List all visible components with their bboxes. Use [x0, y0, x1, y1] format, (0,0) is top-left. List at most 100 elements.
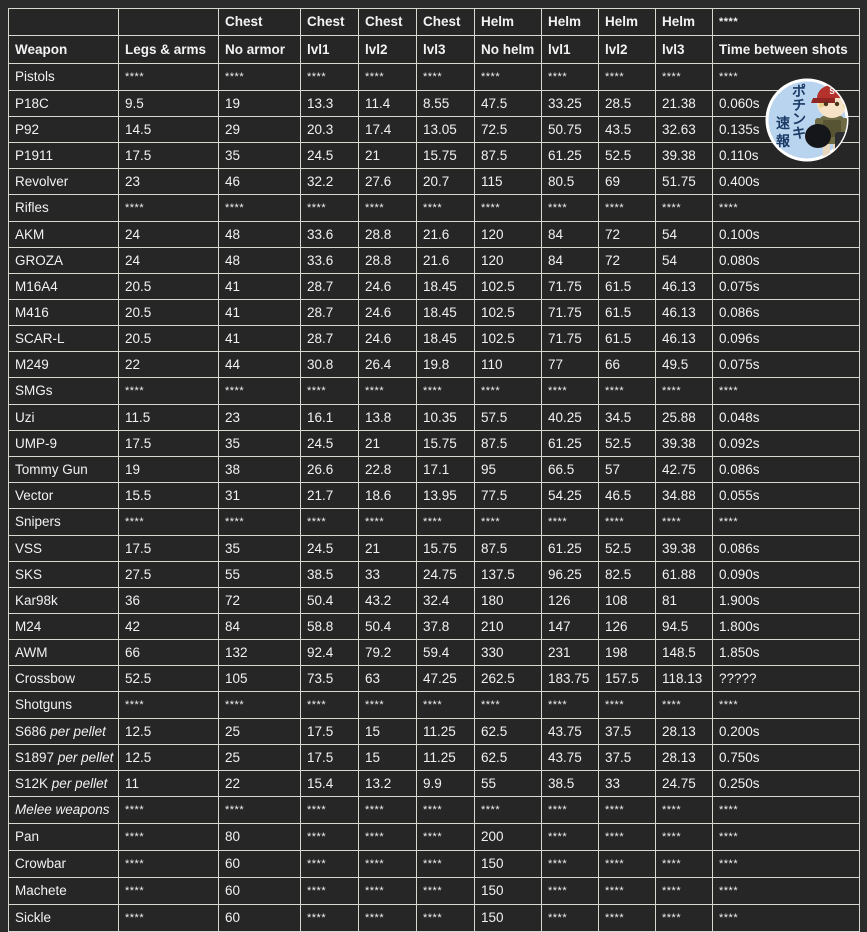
- value-cell: ****: [712, 377, 860, 405]
- value-cell: 28.8: [358, 221, 417, 248]
- cell-value: GROZA: [15, 252, 64, 268]
- row-label-cell: S686 per pellet: [8, 718, 119, 745]
- cell-value: 84: [548, 226, 564, 242]
- placeholder-stars: ****: [548, 516, 568, 528]
- value-cell: 11.4: [358, 90, 417, 117]
- cell-value: 120: [481, 226, 504, 242]
- cell-value: 30.8: [307, 356, 334, 372]
- placeholder-stars: ****: [225, 202, 245, 214]
- cell-value: 71.75: [548, 278, 582, 294]
- header-top-cell: Chest: [358, 8, 417, 36]
- cell-value: 17.1: [423, 461, 450, 477]
- row-label-cell: Shotguns: [8, 691, 119, 719]
- table-row: UMP-9 17.5 35 24.5 21 15.75 87.5 61.25 52.5 39.38…: [8, 430, 860, 457]
- value-cell: 30.8: [300, 351, 359, 378]
- cell-value: 17.5: [307, 749, 334, 765]
- placeholder-stars: ****: [125, 699, 145, 711]
- value-cell: 0.110s: [712, 142, 860, 169]
- cell-value: 28.7: [307, 330, 334, 346]
- header-top-label: Helm: [548, 14, 582, 29]
- placeholder-stars: ****: [481, 804, 501, 816]
- value-cell: 24.75: [416, 561, 475, 588]
- group-label: Pistols: [15, 69, 55, 84]
- value-cell: 84: [218, 613, 301, 640]
- cell-value: 54.25: [548, 487, 582, 503]
- value-cell: ****: [300, 796, 359, 824]
- header-top-label: Helm: [662, 14, 696, 29]
- cell-value: 84: [225, 618, 241, 634]
- table-page: Chest Chest Chest Chest Helm Helm Helm Helm ****…: [0, 0, 867, 932]
- cell-value: 54: [662, 252, 678, 268]
- cell-value: SKS: [15, 566, 43, 582]
- cell-value: 150: [481, 910, 504, 925]
- cell-value: 13.8: [365, 409, 392, 425]
- cell-value: 72.5: [481, 121, 508, 137]
- value-cell: 61.5: [598, 299, 656, 326]
- cell-value: 0.135s: [719, 121, 760, 137]
- header-main-cell: Time between shots: [712, 35, 860, 64]
- cell-value: 25: [225, 723, 241, 739]
- cell-value: Uzi: [15, 409, 35, 425]
- value-cell: 39.38: [655, 535, 713, 562]
- cell-value: 71.75: [548, 304, 582, 320]
- header-top-label: Chest: [307, 14, 345, 29]
- value-cell: ****: [541, 904, 599, 932]
- value-cell: 17.5: [300, 718, 359, 745]
- cell-value: 28.7: [307, 278, 334, 294]
- value-cell: 47.5: [474, 90, 542, 117]
- value-cell: ****: [541, 850, 599, 878]
- cell-value: 24.5: [307, 147, 334, 163]
- cell-value: Pan: [15, 829, 40, 844]
- group-label: Melee weapons: [15, 802, 110, 817]
- value-cell: 51.75: [655, 168, 713, 195]
- group-row: Snipers **** **** **** **** **** **** **** **** *…: [8, 508, 860, 536]
- value-cell: 87.5: [474, 142, 542, 169]
- placeholder-stars: ****: [307, 804, 327, 816]
- cell-value: 77.5: [481, 487, 508, 503]
- row-label-cell: UMP-9: [8, 430, 119, 457]
- cell-value: 24.75: [423, 566, 457, 582]
- value-cell: 44: [218, 351, 301, 378]
- cell-value: 27.6: [365, 173, 392, 189]
- value-cell: 126: [598, 613, 656, 640]
- cell-value: Tommy Gun: [15, 461, 88, 477]
- cell-value: 15: [365, 749, 381, 765]
- row-label-cell: M416: [8, 299, 119, 326]
- value-cell: 11.25: [416, 744, 475, 771]
- table-row: Crowbar **** 60 **** **** **** 150 **** **** ****…: [8, 850, 860, 878]
- value-cell: ****: [598, 850, 656, 878]
- value-cell: 72: [598, 221, 656, 248]
- cell-value: 15.75: [423, 540, 457, 556]
- cell-value: 24.75: [662, 775, 696, 791]
- header-main-cell: Legs & arms: [118, 35, 219, 64]
- weapon-name-qualifier: per pellet: [57, 749, 114, 765]
- cell-value: 198: [605, 644, 628, 660]
- cell-value: 0.080s: [719, 252, 760, 268]
- cell-value: 10.35: [423, 409, 457, 425]
- value-cell: 80.5: [541, 168, 599, 195]
- table-row: M16A4 20.5 41 28.7 24.6 18.45 102.5 71.75 61.5 46…: [8, 273, 860, 300]
- weapon-name-qualifier: per pellet: [51, 775, 108, 791]
- placeholder-stars: ****: [307, 385, 327, 397]
- value-cell: 1.850s: [712, 639, 860, 666]
- value-cell: 21.6: [416, 221, 475, 248]
- value-cell: ****: [712, 877, 860, 905]
- value-cell: 231: [541, 639, 599, 666]
- cell-value: 21.6: [423, 226, 450, 242]
- value-cell: 48: [218, 221, 301, 248]
- value-cell: 43.75: [541, 744, 599, 771]
- value-cell: 50.4: [358, 613, 417, 640]
- cell-value: 39.38: [662, 147, 696, 163]
- placeholder-stars: ****: [605, 885, 625, 897]
- value-cell: ****: [598, 63, 656, 91]
- cell-value: 12.5: [125, 723, 152, 739]
- value-cell: 47.25: [416, 665, 475, 692]
- cell-value: 84: [548, 252, 564, 268]
- value-cell: 24.5: [300, 535, 359, 562]
- cell-value: 61.5: [605, 278, 632, 294]
- cell-value: 29: [225, 121, 241, 137]
- value-cell: 28.7: [300, 273, 359, 300]
- header-top-cell: ****: [712, 8, 860, 36]
- placeholder-stars: ****: [548, 804, 568, 816]
- cell-value: P92: [15, 121, 40, 137]
